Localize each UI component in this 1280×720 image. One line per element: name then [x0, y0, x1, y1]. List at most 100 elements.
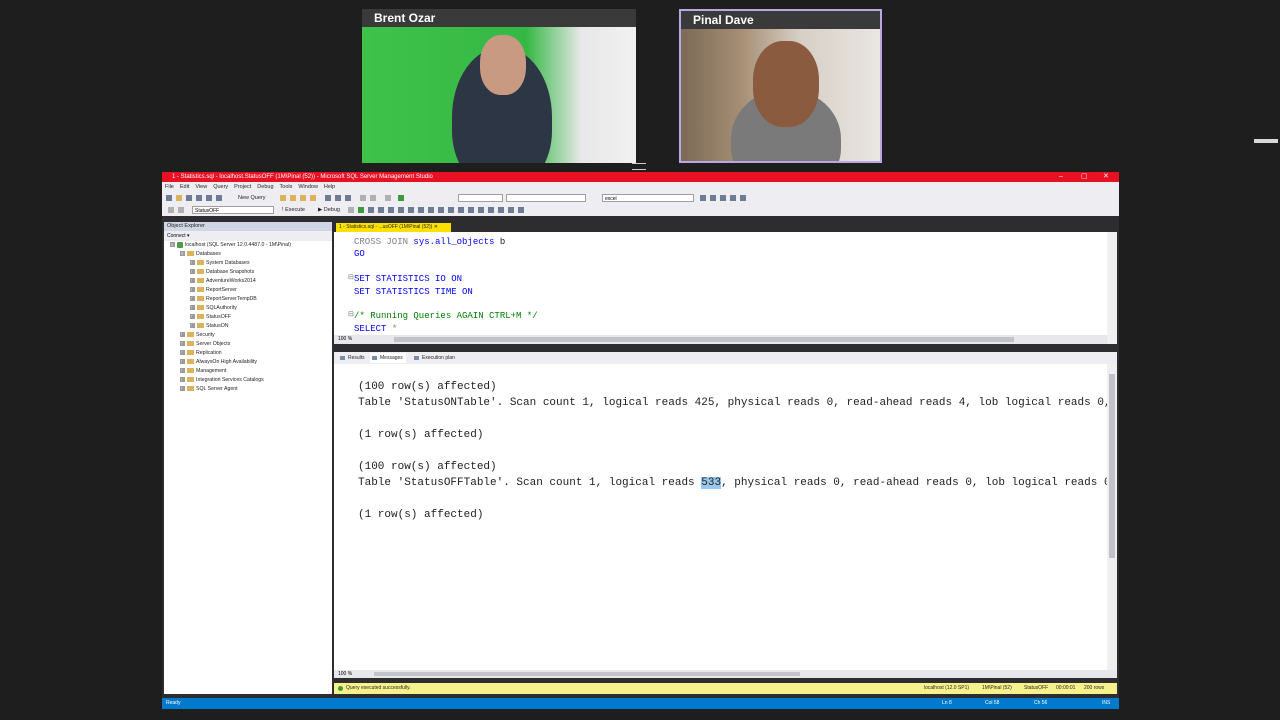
menu-tools[interactable]: Tools [277, 182, 296, 192]
expand-toggle-icon[interactable]: ⊟ [180, 251, 185, 257]
collapse-icon[interactable]: ⊟ [348, 273, 354, 281]
code-line: SET STATISTICS IO ON [354, 273, 462, 285]
code-token: SET STATISTICS IO ON [354, 274, 463, 285]
expand-toggle-icon[interactable]: ⊞ [180, 341, 185, 347]
debug-button[interactable]: ▶ Debug [318, 205, 340, 215]
expand-toggle-icon[interactable]: ⊞ [180, 332, 185, 338]
expand-toggle-icon[interactable]: ⊞ [180, 350, 185, 356]
expand-toggle-icon[interactable]: ⊞ [190, 296, 195, 302]
expand-toggle-icon[interactable]: ⊞ [190, 260, 195, 266]
menu-help[interactable]: Help [321, 182, 338, 192]
tree-node[interactable]: ⊞ Database Snapshots [164, 268, 332, 277]
toolbar-icons[interactable] [168, 207, 188, 213]
tree-node[interactable]: ⊞ AdventureWorks2014 [164, 277, 332, 286]
toolbar-combo[interactable] [458, 194, 503, 202]
tree-node[interactable]: ⊟ Databases [164, 250, 332, 259]
toolbar-icons[interactable] [348, 207, 548, 213]
new-query-button[interactable]: New Query [238, 193, 266, 203]
menu-debug[interactable]: Debug [254, 182, 276, 192]
minimize-button[interactable]: – [1059, 172, 1063, 182]
query-editor[interactable]: CROSS JOIN sys.all_objects b GO SET STATIS… [334, 232, 1117, 344]
editor-horizontal-scrollbar[interactable]: 100 % [334, 335, 1107, 344]
folder-icon [197, 287, 204, 293]
webcam-video [362, 27, 636, 163]
tree-node[interactable]: ⊞ SQLAuthority [164, 304, 332, 313]
results-vertical-scrollbar[interactable] [1107, 364, 1117, 670]
expand-toggle-icon[interactable]: ⊞ [190, 269, 195, 275]
toolbar-icons[interactable] [280, 195, 420, 201]
webcam-name: Pinal Dave [681, 11, 880, 29]
tree-node[interactable]: ⊟ localhost (SQL Server 12.0.4487.0 - 1M\… [164, 241, 332, 250]
debug-label: Debug [323, 207, 340, 213]
results-horizontal-scrollbar[interactable]: 100 % [334, 670, 1117, 678]
tree-node[interactable]: ⊞ System Databases [164, 259, 332, 268]
menu-file[interactable]: File [162, 182, 177, 192]
tab-messages[interactable]: Messages [370, 353, 406, 363]
tree-node[interactable]: ⊞ Replication [164, 349, 332, 358]
toolbar-combo[interactable] [506, 194, 586, 202]
folder-icon [187, 350, 194, 356]
expand-toggle-icon[interactable]: ⊞ [190, 314, 195, 320]
tree-node[interactable]: ⊞ StatusOFF [164, 313, 332, 322]
database-combo[interactable]: StatusOFF [192, 206, 274, 214]
tab-execution-plan[interactable]: Execution plan [412, 353, 458, 363]
tree-node-label: SQLAuthority [206, 305, 237, 311]
folder-icon [187, 359, 194, 365]
editor-zoom[interactable]: 100 % [338, 336, 352, 342]
code-token: /* Running Queries AGAIN CTRL+M */ [354, 311, 538, 322]
scroll-thumb[interactable] [374, 672, 800, 676]
tree-node[interactable]: ⊞ StatusON [164, 322, 332, 331]
results-zoom[interactable]: 100 % [338, 670, 352, 678]
execute-button[interactable]: ! Execute [282, 205, 305, 215]
close-button[interactable]: ✕ [1103, 172, 1109, 182]
tree-node[interactable]: ⊞ Management [164, 367, 332, 376]
menu-edit[interactable]: Edit [177, 182, 192, 192]
scroll-thumb[interactable] [394, 337, 1014, 342]
expand-toggle-icon[interactable]: ⊞ [190, 287, 195, 293]
webcam-brent: Brent Ozar [362, 9, 636, 163]
code-token: * [391, 323, 398, 334]
expand-toggle-icon[interactable]: ⊞ [180, 368, 185, 374]
folder-icon [187, 368, 194, 374]
collapse-icon[interactable]: ⊟ [348, 310, 354, 318]
tree-node[interactable]: ⊞ ReportServerTempDB [164, 295, 332, 304]
find-combo[interactable]: excel [602, 194, 694, 202]
expand-toggle-icon[interactable]: ⊞ [190, 278, 195, 284]
menu-view[interactable]: View [192, 182, 210, 192]
status-server: localhost (12.0 SP1) [924, 685, 970, 691]
tree-node[interactable]: ⊞ AlwaysOn High Availability [164, 358, 332, 367]
object-explorer-title: Object Explorer [164, 222, 332, 231]
folder-icon [197, 260, 204, 266]
folder-icon [187, 341, 194, 347]
tree-node[interactable]: ⊞ Integration Services Catalogs [164, 376, 332, 385]
tab-statistics-sql[interactable]: 1 - Statistics.sql - ...usOFF (1M\Pinal … [336, 223, 451, 232]
expand-toggle-icon[interactable]: ⊞ [180, 386, 185, 392]
messages-pane[interactable]: (100 row(s) affected) Table 'StatusONTabl… [334, 364, 1117, 670]
menu-project[interactable]: Project [231, 182, 254, 192]
scroll-thumb[interactable] [1109, 374, 1115, 558]
message-line: Table 'StatusOFFTable'. Scan count 1, lo… [358, 476, 1111, 490]
expand-toggle-icon[interactable]: ⊞ [180, 359, 185, 365]
expand-toggle-icon[interactable]: ⊞ [190, 305, 195, 311]
tab-results[interactable]: Results [338, 353, 368, 363]
tree-node[interactable]: ⊞ Server Objects [164, 340, 332, 349]
menu-window[interactable]: Window [295, 182, 321, 192]
menu-query[interactable]: Query [210, 182, 231, 192]
expand-toggle-icon[interactable]: ⊞ [180, 377, 185, 383]
message-line: Table 'StatusONTable'. Scan count 1, log… [358, 397, 1111, 409]
resize-handle[interactable] [632, 163, 646, 170]
maximize-button[interactable]: ▢ [1081, 172, 1088, 182]
toolbar-icons[interactable] [166, 195, 236, 201]
tree-node[interactable]: ⊞ Security [164, 331, 332, 340]
side-handle[interactable] [1254, 139, 1278, 143]
success-icon [338, 686, 343, 691]
result-tabs: Results Messages Execution plan [334, 352, 1117, 364]
toolbar-icons[interactable] [700, 195, 760, 201]
folder-icon [187, 251, 194, 257]
tree-node[interactable]: ⊞ SQL Server Agent [164, 385, 332, 394]
tree-node[interactable]: ⊞ ReportServer [164, 286, 332, 295]
expand-toggle-icon[interactable]: ⊞ [190, 323, 195, 329]
editor-vertical-scrollbar[interactable] [1107, 232, 1117, 344]
connect-button[interactable]: Connect ▾ [167, 233, 190, 239]
expand-toggle-icon[interactable]: ⊟ [170, 242, 175, 248]
